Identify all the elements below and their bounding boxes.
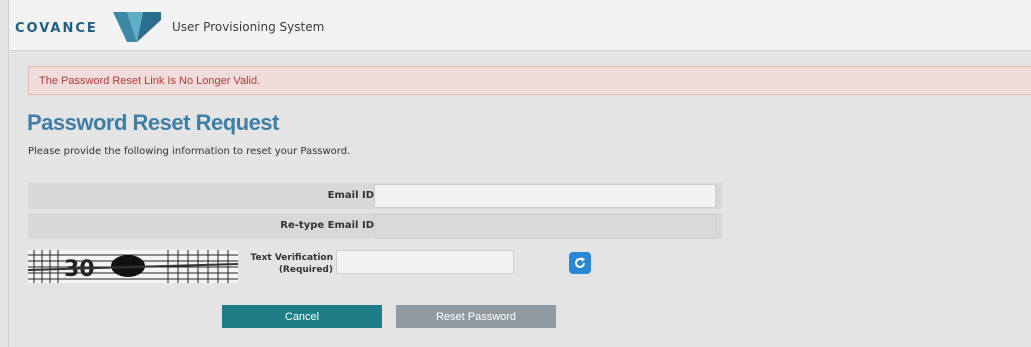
reset-password-button[interactable]: Reset Password: [396, 305, 556, 328]
retype-email-field[interactable]: [374, 214, 716, 238]
retype-email-row: Re-type Email ID: [28, 213, 722, 239]
refresh-captcha-button[interactable]: [569, 252, 591, 274]
alert-message: The Password Reset Link Is No Longer Val…: [39, 75, 261, 87]
email-row: Email ID: [28, 183, 722, 209]
text-verification-label-line2: (Required): [278, 265, 333, 275]
email-field[interactable]: [374, 184, 716, 208]
covance-logo-mark-icon: [113, 12, 161, 42]
app-header: COVANCE User Provisioning System: [9, 0, 1031, 51]
cancel-button[interactable]: Cancel: [222, 305, 382, 328]
text-verification-input[interactable]: [336, 250, 514, 274]
email-label: Email ID: [327, 190, 374, 201]
page-title: Password Reset Request: [27, 110, 279, 135]
captcha-image: 30: [28, 250, 238, 283]
covance-logo: COVANCE: [15, 21, 98, 36]
text-verification-label: Text Verification (Required): [249, 252, 333, 276]
app-title: User Provisioning System: [172, 20, 325, 34]
error-alert: The Password Reset Link Is No Longer Val…: [28, 66, 1031, 95]
page-frame: COVANCE User Provisioning System The Pas…: [8, 0, 1031, 347]
instructions-text: Please provide the following information…: [28, 146, 351, 157]
refresh-icon: [575, 257, 585, 268]
retype-email-label: Re-type Email ID: [280, 220, 374, 231]
text-verification-label-line1: Text Verification: [250, 253, 333, 263]
